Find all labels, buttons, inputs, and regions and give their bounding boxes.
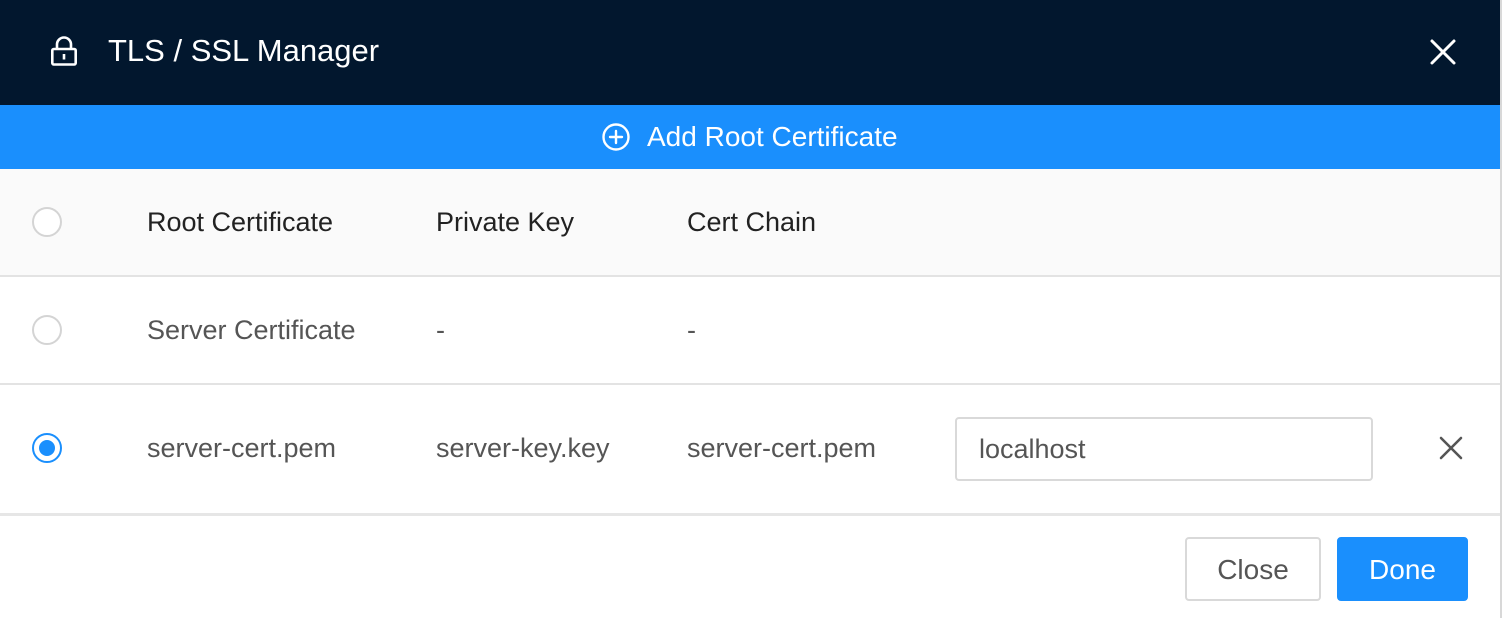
root-certificate-cell: server-cert.pem bbox=[147, 433, 337, 463]
host-input[interactable] bbox=[955, 417, 1373, 481]
row-select-radio[interactable] bbox=[32, 315, 62, 345]
table-row[interactable]: Server Certificate - - bbox=[0, 277, 1500, 385]
close-button[interactable]: Close bbox=[1185, 537, 1321, 601]
remove-row-close-icon[interactable] bbox=[1438, 435, 1464, 461]
plus-circle-icon bbox=[601, 122, 631, 152]
dialog-title: TLS / SSL Manager bbox=[108, 33, 380, 68]
add-root-certificate-label: Add Root Certificate bbox=[647, 121, 898, 152]
dialog-footer: Close Done bbox=[0, 516, 1500, 618]
private-key-cell: - bbox=[436, 315, 445, 345]
cert-chain-cell: server-cert.pem bbox=[687, 433, 877, 463]
add-root-certificate-button[interactable]: Add Root Certificate bbox=[0, 105, 1500, 169]
tls-ssl-manager-dialog: TLS / SSL Manager Add Root Certificate R… bbox=[0, 0, 1502, 618]
cert-chain-cell: - bbox=[687, 315, 696, 345]
select-all-radio[interactable] bbox=[32, 207, 62, 237]
table-header: Root Certificate Private Key Cert Chain bbox=[0, 169, 1500, 277]
table-row[interactable]: server-cert.pem server-key.key server-ce… bbox=[0, 385, 1500, 516]
close-icon[interactable] bbox=[1427, 36, 1459, 68]
column-header-root-certificate: Root Certificate bbox=[147, 207, 334, 237]
column-header-cert-chain: Cert Chain bbox=[687, 207, 817, 237]
done-button[interactable]: Done bbox=[1337, 537, 1468, 601]
row-select-radio-selected[interactable] bbox=[32, 433, 62, 463]
dialog-titlebar: TLS / SSL Manager bbox=[0, 0, 1500, 105]
private-key-cell: server-key.key bbox=[436, 433, 610, 463]
lock-icon bbox=[50, 36, 78, 66]
column-header-private-key: Private Key bbox=[436, 207, 575, 237]
root-certificate-cell: Server Certificate bbox=[147, 315, 356, 345]
